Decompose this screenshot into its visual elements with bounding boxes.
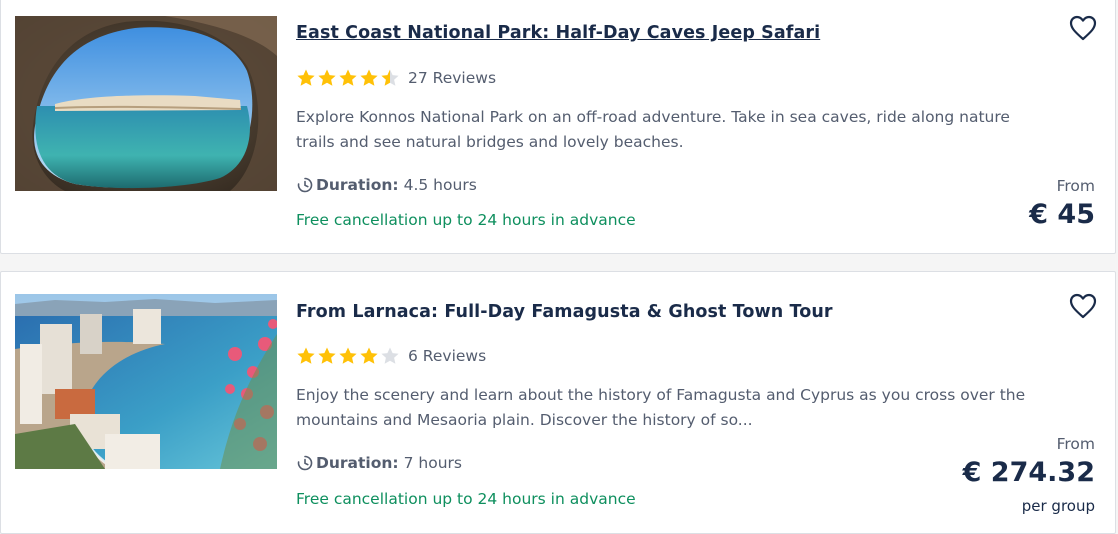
clock-icon (297, 455, 313, 471)
star-rating (296, 68, 400, 88)
activity-image[interactable] (15, 294, 277, 469)
heart-icon[interactable] (1069, 293, 1097, 319)
price-from-label: From (1056, 435, 1095, 453)
star-icon (339, 347, 357, 364)
price: € 274.32 (962, 457, 1095, 488)
activity-description: Explore Konnos National Park on an off-r… (296, 108, 1010, 151)
heart-icon[interactable] (1069, 15, 1097, 41)
activity-card[interactable]: East Coast National Park: Half-Day Caves… (0, 0, 1116, 254)
activity-list: East Coast National Park: Half-Day Caves… (0, 0, 1118, 534)
clock-icon (297, 177, 313, 193)
activity-title[interactable]: From Larnaca: Full-Day Famagusta & Ghost… (296, 302, 833, 322)
star-icon (297, 347, 315, 364)
duration-value: 4.5 hours (403, 176, 477, 194)
free-cancellation: Free cancellation up to 24 hours in adva… (296, 211, 636, 229)
activity-image[interactable] (15, 16, 277, 191)
star-icon (318, 69, 336, 86)
star-empty-icon (381, 347, 399, 364)
rating: 6 Reviews (296, 345, 486, 367)
duration-label: Duration: (316, 454, 399, 472)
price-from-label: From (1056, 177, 1095, 195)
duration: Duration: 4.5 hours (297, 176, 477, 194)
reviews-count[interactable]: 27 Reviews (408, 69, 496, 87)
star-half-icon (381, 69, 399, 86)
rating: 27 Reviews (296, 67, 496, 89)
price-unit: per group (1021, 497, 1095, 515)
star-rating (296, 346, 400, 366)
activity-description: Enjoy the scenery and learn about the hi… (296, 386, 1026, 429)
free-cancellation: Free cancellation up to 24 hours in adva… (296, 490, 636, 508)
activity-title[interactable]: East Coast National Park: Half-Day Caves… (296, 23, 820, 43)
star-icon (360, 69, 378, 86)
price: € 45 (1029, 199, 1095, 230)
reviews-count[interactable]: 6 Reviews (408, 347, 486, 365)
duration: Duration: 7 hours (297, 454, 462, 472)
duration-label: Duration: (316, 176, 399, 194)
star-icon (318, 347, 336, 364)
star-icon (339, 69, 357, 86)
star-icon (360, 347, 378, 364)
duration-value: 7 hours (403, 454, 462, 472)
activity-card[interactable]: From Larnaca: Full-Day Famagusta & Ghost… (0, 271, 1116, 534)
star-icon (297, 69, 315, 86)
